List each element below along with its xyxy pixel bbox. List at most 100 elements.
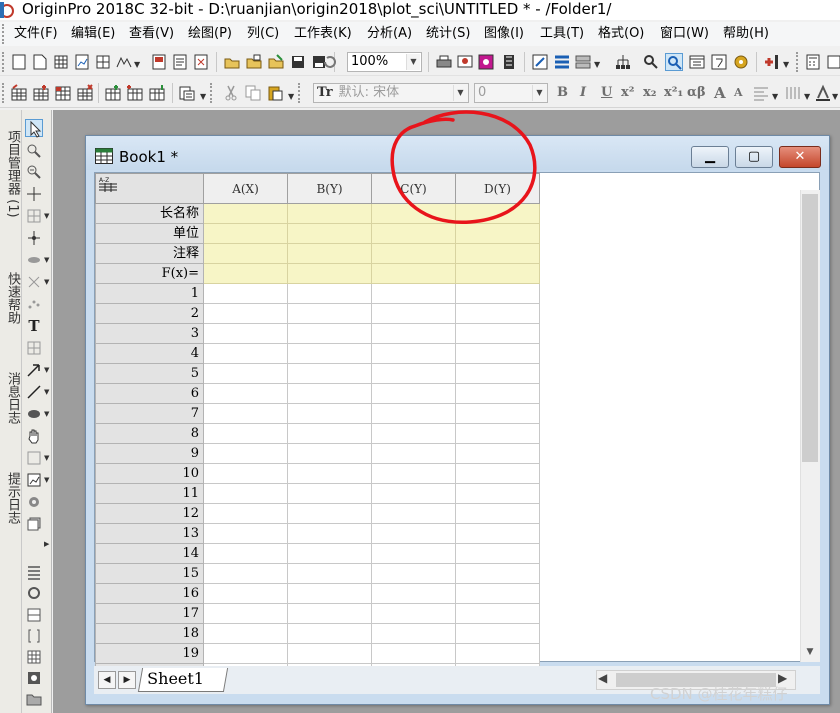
export-image-icon[interactable] [456, 53, 474, 71]
data-cell[interactable] [287, 483, 372, 504]
menu-view[interactable]: 查看(V) [129, 26, 174, 42]
chevron-down-icon[interactable]: ▼ [134, 60, 140, 69]
delete-worksheet-icon[interactable] [76, 84, 94, 102]
data-cell[interactable] [287, 543, 372, 564]
data-cell[interactable] [455, 483, 540, 504]
chevron-down-icon[interactable]: ▼ [44, 212, 49, 220]
data-cell[interactable] [203, 303, 288, 324]
data-cell[interactable] [287, 283, 372, 304]
data-cell[interactable] [455, 403, 540, 424]
data-cell[interactable] [203, 583, 288, 604]
data-cell[interactable] [287, 403, 372, 424]
chevron-down-icon[interactable]: ▼ [772, 92, 778, 101]
new-function-icon[interactable] [115, 53, 133, 71]
data-cell[interactable] [371, 423, 456, 444]
data-cell[interactable] [287, 363, 372, 384]
meta-cell[interactable] [287, 243, 372, 264]
cut-icon[interactable] [222, 84, 240, 102]
meta-cell[interactable] [203, 243, 288, 264]
data-cell[interactable] [203, 363, 288, 384]
table-tool-icon[interactable] [25, 339, 43, 357]
data-cell[interactable] [371, 543, 456, 564]
edit-icon[interactable] [531, 53, 549, 71]
meta-cell[interactable] [287, 223, 372, 244]
row-number[interactable]: 5 [95, 363, 204, 384]
data-cell[interactable] [455, 643, 540, 664]
chevron-down-icon[interactable]: ▼ [44, 476, 49, 484]
data-cell[interactable] [371, 323, 456, 344]
menu-tools[interactable]: 工具(T) [540, 26, 584, 42]
worksheet-grid-icon[interactable] [54, 84, 72, 102]
origin-app-icon[interactable] [0, 2, 14, 18]
menu-statistics[interactable]: 统计(S) [426, 26, 470, 42]
circle-icon[interactable] [25, 584, 43, 602]
add-new-columns-icon[interactable] [104, 84, 122, 102]
meta-cell[interactable] [287, 203, 372, 224]
row-number[interactable]: 3 [95, 323, 204, 344]
chevron-down-icon[interactable]: ▼ [44, 454, 49, 462]
chevron-right-icon[interactable]: ▶ [44, 540, 49, 548]
new-excel-icon[interactable] [192, 53, 210, 71]
data-cell[interactable] [371, 343, 456, 364]
data-cell[interactable] [287, 383, 372, 404]
arrow-tool-icon[interactable] [25, 361, 43, 379]
data-cell[interactable] [287, 323, 372, 344]
text-tool-icon[interactable]: T [25, 317, 43, 335]
meta-cell[interactable] [203, 223, 288, 244]
data-cell[interactable] [287, 463, 372, 484]
chevron-down-icon[interactable]: ▼ [783, 60, 789, 69]
row-number[interactable]: 14 [95, 543, 204, 564]
data-cell[interactable] [371, 643, 456, 664]
menu-plot[interactable]: 绘图(P) [188, 26, 232, 42]
settings-gear-icon[interactable] [732, 53, 750, 71]
chevron-down-icon[interactable]: ▼ [532, 85, 546, 101]
tab-messages-log[interactable]: 消息日志 [1, 362, 20, 434]
pdf-export-icon[interactable] [477, 53, 495, 71]
menu-edit[interactable]: 编辑(E) [71, 26, 115, 42]
new-layout-icon[interactable] [150, 53, 168, 71]
data-cell[interactable] [371, 563, 456, 584]
data-cell[interactable] [203, 643, 288, 664]
data-cell[interactable] [455, 343, 540, 364]
data-cell[interactable] [203, 543, 288, 564]
close-button[interactable]: ✕ [779, 146, 821, 168]
meta-cell[interactable] [203, 203, 288, 224]
chevron-down-icon[interactable]: ▼ [288, 92, 294, 101]
data-cell[interactable] [371, 363, 456, 384]
column-header-b[interactable]: B(Y) [287, 173, 372, 204]
row-number[interactable]: 2 [95, 303, 204, 324]
data-cell[interactable] [203, 483, 288, 504]
data-cell[interactable] [371, 463, 456, 484]
worksheet-edit-icon[interactable] [10, 84, 28, 102]
set-column-values-icon[interactable] [126, 84, 144, 102]
menu-analysis[interactable]: 分析(A) [367, 26, 412, 42]
screen-reader-icon[interactable] [25, 207, 43, 225]
data-cell[interactable] [203, 563, 288, 584]
data-cell[interactable] [455, 463, 540, 484]
underline-button[interactable]: U [601, 85, 612, 100]
region-of-interest-icon[interactable] [25, 449, 43, 467]
select-all-corner[interactable]: A-Z [95, 173, 204, 204]
data-cell[interactable] [203, 343, 288, 364]
resize-grip[interactable] [800, 670, 820, 690]
data-cell[interactable] [287, 643, 372, 664]
meta-cell[interactable] [371, 263, 456, 284]
chevron-down-icon[interactable]: ▼ [44, 366, 49, 374]
find-data-icon[interactable] [665, 53, 683, 71]
chevron-down-icon[interactable]: ▼ [804, 92, 810, 101]
open-icon[interactable] [223, 53, 241, 71]
meta-row-header[interactable]: 长名称 [95, 203, 204, 224]
data-cell[interactable] [455, 623, 540, 644]
data-cell[interactable] [455, 323, 540, 344]
row-number[interactable]: 4 [95, 343, 204, 364]
tab-quick-help[interactable]: 快速帮助 [1, 262, 20, 334]
new-project-icon[interactable] [10, 53, 28, 71]
copy-icon[interactable] [244, 84, 262, 102]
crosshair-icon[interactable] [25, 185, 43, 203]
new-folder-icon[interactable] [31, 53, 49, 71]
new-workbook-icon[interactable] [52, 53, 70, 71]
meta-cell[interactable] [455, 243, 540, 264]
folder-icon[interactable] [25, 690, 43, 708]
row-number[interactable]: 10 [95, 463, 204, 484]
data-cell[interactable] [203, 503, 288, 524]
